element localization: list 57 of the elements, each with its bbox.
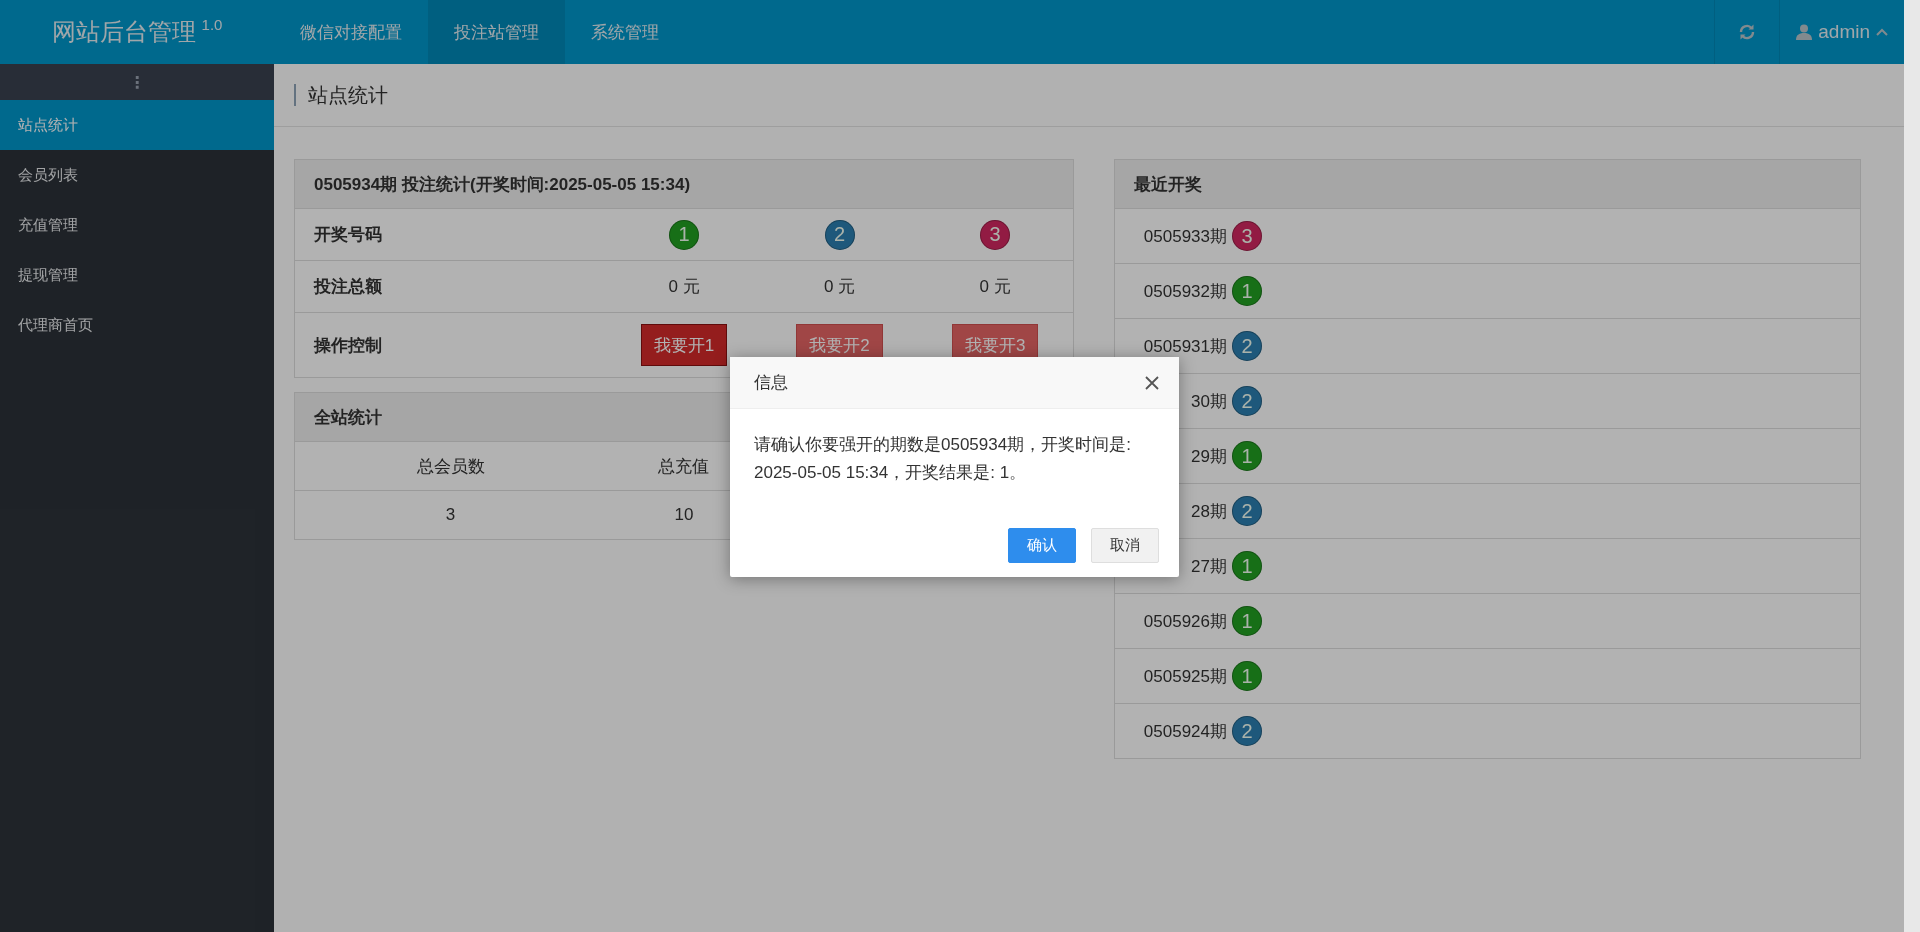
close-icon[interactable] <box>1145 375 1159 390</box>
issue-number: 0505925期 <box>1142 665 1227 688</box>
page-title: 站点统计 <box>294 84 388 106</box>
open-number-button[interactable]: 我要开1 <box>640 324 728 366</box>
lottery-ball: 1 <box>1232 661 1262 691</box>
sidebar-item[interactable]: 站点统计 <box>0 100 274 150</box>
issue-number: 0505931期 <box>1142 335 1227 358</box>
column-header: 总会员数 <box>416 456 485 476</box>
lottery-ball: 1 <box>1232 606 1262 636</box>
user-icon <box>1796 24 1813 40</box>
confirm-button[interactable]: 确认 <box>1008 528 1076 563</box>
lottery-ball: 1 <box>669 219 699 250</box>
sidebar-item[interactable]: 会员列表 <box>0 150 274 200</box>
lottery-ball: 3 <box>980 219 1011 250</box>
issue-number: 29期 <box>1190 445 1227 468</box>
sidebar-toggle[interactable]: ⋮ <box>0 64 274 100</box>
issue-number: 0505932期 <box>1142 280 1227 303</box>
cancel-button[interactable]: 取消 <box>1091 528 1159 563</box>
lottery-ball: 2 <box>1232 331 1262 361</box>
column-header: 总充值 <box>658 456 710 476</box>
lottery-ball: 2 <box>824 219 855 250</box>
issue-number: 0505926期 <box>1142 610 1227 633</box>
sidebar-item[interactable]: 充值管理 <box>0 200 274 250</box>
dialog-title: 信息 <box>754 372 788 394</box>
row-label: 投注总额 <box>312 276 383 298</box>
refresh-icon <box>1738 23 1757 41</box>
table-cell: 3 <box>445 505 456 524</box>
caret-icon <box>1876 28 1888 36</box>
amount-text: 0 元 <box>668 276 700 298</box>
sidebar-item[interactable]: 提现管理 <box>0 250 274 300</box>
lottery-ball: 2 <box>1232 716 1262 746</box>
issue-number: 0505924期 <box>1142 720 1227 743</box>
version-label: 1.0 <box>201 16 223 33</box>
lottery-ball: 2 <box>1232 496 1262 526</box>
issue-number: 0505933期 <box>1142 225 1227 248</box>
lottery-ball: 3 <box>1232 221 1262 251</box>
issue-number: 30期 <box>1190 390 1227 413</box>
issue-number: 28期 <box>1190 500 1227 523</box>
dialog-message: 请确认你要强开的期数是0505934期，开奖时间是: 2025-05-05 15:34，开奖结果是: 1。 <box>754 435 1131 482</box>
lottery-ball: 1 <box>1232 276 1262 306</box>
sidebar-item[interactable]: 代理商首页 <box>0 300 274 350</box>
panel-title: 0505934期 投注统计(开奖时间:2025-05-05 15:34) <box>314 173 691 196</box>
issue-number: 27期 <box>1190 555 1227 578</box>
table-cell: 10 <box>674 505 694 524</box>
brand-title: 网站后台管理 <box>51 17 196 47</box>
nav-tab[interactable]: 微信对接配置 <box>274 0 428 64</box>
panel-title: 最近开奖 <box>1134 173 1202 196</box>
lottery-ball: 1 <box>1232 551 1262 581</box>
nav-tab[interactable]: 系统管理 <box>565 0 685 64</box>
panel-title: 全站统计 <box>314 406 382 429</box>
lottery-ball: 2 <box>1232 386 1262 416</box>
amount-text: 0 元 <box>979 276 1011 298</box>
lottery-ball: 1 <box>1232 441 1262 471</box>
row-label: 操作控制 <box>312 334 383 357</box>
nav-tab[interactable]: 投注站管理 <box>428 0 565 64</box>
amount-text: 0 元 <box>824 276 856 298</box>
row-label: 开奖号码 <box>313 224 383 246</box>
